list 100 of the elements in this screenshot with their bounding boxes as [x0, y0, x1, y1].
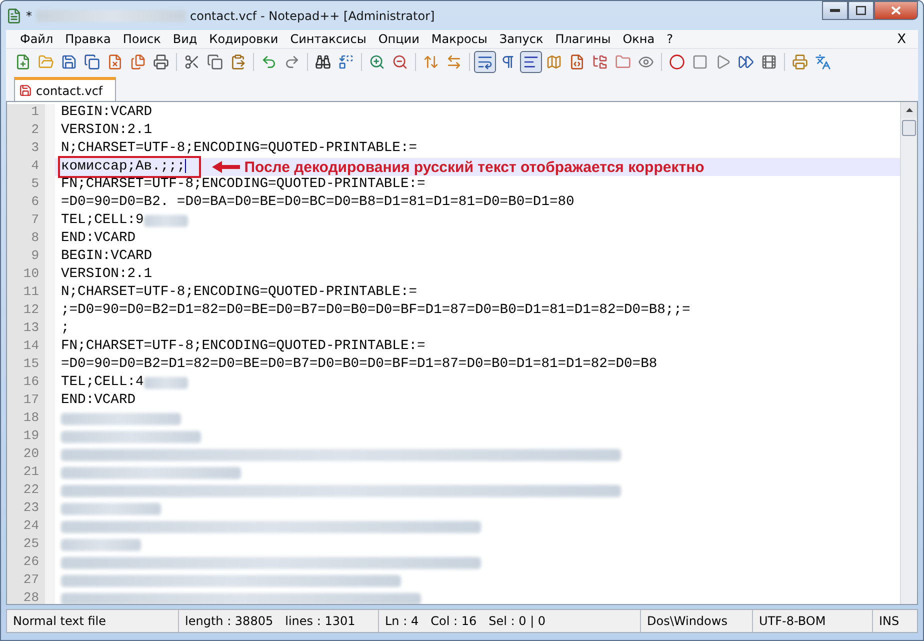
menu-item[interactable]: Окна: [616, 30, 661, 48]
menu-item[interactable]: Вид: [166, 30, 204, 48]
stop-icon: [692, 54, 708, 70]
menu-item[interactable]: Опции: [372, 30, 426, 48]
replace-icon: [338, 54, 354, 70]
indent-guide-button[interactable]: [520, 51, 542, 73]
save-all-icon: [84, 54, 100, 70]
save-icon: [19, 84, 32, 97]
scroll-up-button[interactable]: [901, 102, 917, 118]
line-number: 6: [7, 194, 55, 212]
pilcrow-icon: [500, 54, 516, 70]
menu-item[interactable]: Запуск: [493, 30, 550, 48]
menu-item[interactable]: ?: [660, 30, 679, 48]
minimize-button[interactable]: [822, 1, 848, 20]
line-number: 11: [7, 284, 55, 302]
code-line: =D0=90=D0=B2=D1=82=D0=BE=D0=B7=D0=B0=D0=BF=D1=87=D0=B0=D1=81=D1=82=D0=B8: [61, 357, 658, 373]
status-text: Normal text file: [13, 614, 106, 628]
line-number: 21: [7, 464, 55, 482]
status-text: UTF-8-BOM: [759, 614, 826, 628]
line-number: 1: [7, 104, 55, 122]
code-line: FN;CHARSET=UTF-8;ENCODING=QUOTED-PRINTABLE:=: [61, 177, 426, 193]
line-number: 3: [7, 140, 55, 158]
close-document-button[interactable]: X: [893, 32, 910, 46]
close-file-icon: [107, 54, 123, 70]
word-wrap-icon: [477, 54, 493, 70]
menu-item[interactable]: Файл: [14, 30, 60, 48]
function-list-icon: [569, 54, 585, 70]
copy-icon: [207, 54, 223, 70]
undo-icon: [261, 54, 277, 70]
window-title: contact.vcf - Notepad++ [Administrator]: [190, 8, 435, 22]
close-all-icon: [130, 54, 146, 70]
maximize-icon: [856, 6, 866, 15]
minimize-icon: [830, 8, 840, 12]
code-line: VERSION:2.1: [61, 267, 152, 283]
line-number: 19: [7, 428, 55, 446]
line-number: 24: [7, 518, 55, 536]
status-text: Sel : 0 | 0: [488, 614, 546, 628]
code-line: END:VCARD: [61, 231, 136, 247]
menu-item[interactable]: Кодировки: [203, 30, 284, 48]
line-number: 22: [7, 482, 55, 500]
code-line: VERSION:2.1: [61, 123, 152, 139]
code-line: комиссар;Ав.;;;: [61, 158, 198, 176]
code-line: N;CHARSET=UTF-8;ENCODING=QUOTED-PRINTABLE:=: [61, 285, 418, 301]
sync-horizontal-icon: [446, 54, 462, 70]
annotation-text: После декодирования русский текст отображается корректно: [244, 158, 704, 176]
play-icon: [715, 54, 731, 70]
menu-item[interactable]: Правка: [59, 30, 117, 48]
close-button[interactable]: [874, 1, 918, 20]
open-folder-icon: [38, 54, 54, 70]
line-number: 25: [7, 536, 55, 554]
maximize-button[interactable]: [848, 1, 874, 20]
paste-icon: [230, 54, 246, 70]
arrow-icon: [212, 161, 240, 173]
line-number: 20: [7, 446, 55, 464]
word-wrap-button[interactable]: [474, 51, 496, 73]
line-number: 27: [7, 572, 55, 590]
code-line: END:VCARD: [61, 393, 136, 409]
printer-icon: [153, 54, 169, 70]
redacted-text: [144, 215, 188, 227]
record-icon: [669, 54, 685, 70]
folder-icon: [615, 54, 631, 70]
save-icon: [61, 54, 77, 70]
code-line: ;=D0=90=D0=B2=D1=82=D0=BE=D0=B7=D0=B0=D0=BF=D1=87=D0=B0=D1=81=D1=82=D0=B8;;=: [61, 303, 690, 319]
sync-vertical-icon: [423, 54, 439, 70]
code-line: FN;CHARSET=UTF-8;ENCODING=QUOTED-PRINTABLE:=: [61, 339, 426, 355]
line-number: 9: [7, 248, 55, 266]
menu-item[interactable]: Макросы: [425, 30, 494, 48]
printer-folder-icon: [792, 54, 808, 70]
code-line: TEL;CELL:4: [61, 375, 144, 391]
scissors-icon: [184, 54, 200, 70]
code-line: BEGIN:VCARD: [61, 249, 152, 265]
new-file-icon: [15, 54, 31, 70]
scrollbar-thumb[interactable]: [902, 120, 916, 136]
line-number: 7: [7, 212, 55, 230]
status-text: Dos\Windows: [647, 614, 728, 628]
line-number: 12: [7, 302, 55, 320]
close-icon: [891, 6, 901, 15]
menu-item[interactable]: Поиск: [116, 30, 167, 48]
status-text: Col : 16: [430, 614, 477, 628]
file-tab[interactable]: contact.vcf: [14, 77, 116, 101]
window-title: *: [26, 8, 32, 22]
document-map-icon: [546, 54, 562, 70]
menu-item[interactable]: Плагины: [549, 30, 617, 48]
status-text: length : 38805: [185, 614, 274, 628]
line-number: 2: [7, 122, 55, 140]
notepad-icon: [6, 8, 22, 24]
status-text: lines : 1301: [285, 614, 356, 628]
line-number: 17: [7, 392, 55, 410]
code-line: BEGIN:VCARD: [61, 105, 152, 121]
line-number: 5: [7, 176, 55, 194]
line-number: 14: [7, 338, 55, 356]
line-number: 15: [7, 356, 55, 374]
binoculars-icon: [315, 54, 331, 70]
indent-guide-icon: [523, 54, 539, 70]
line-number: 4: [7, 158, 55, 176]
zoom-in-icon: [369, 54, 385, 70]
language-icon: [815, 54, 831, 70]
line-number: 13: [7, 320, 55, 338]
line-number: 10: [7, 266, 55, 284]
menu-item[interactable]: Синтаксисы: [284, 30, 372, 48]
